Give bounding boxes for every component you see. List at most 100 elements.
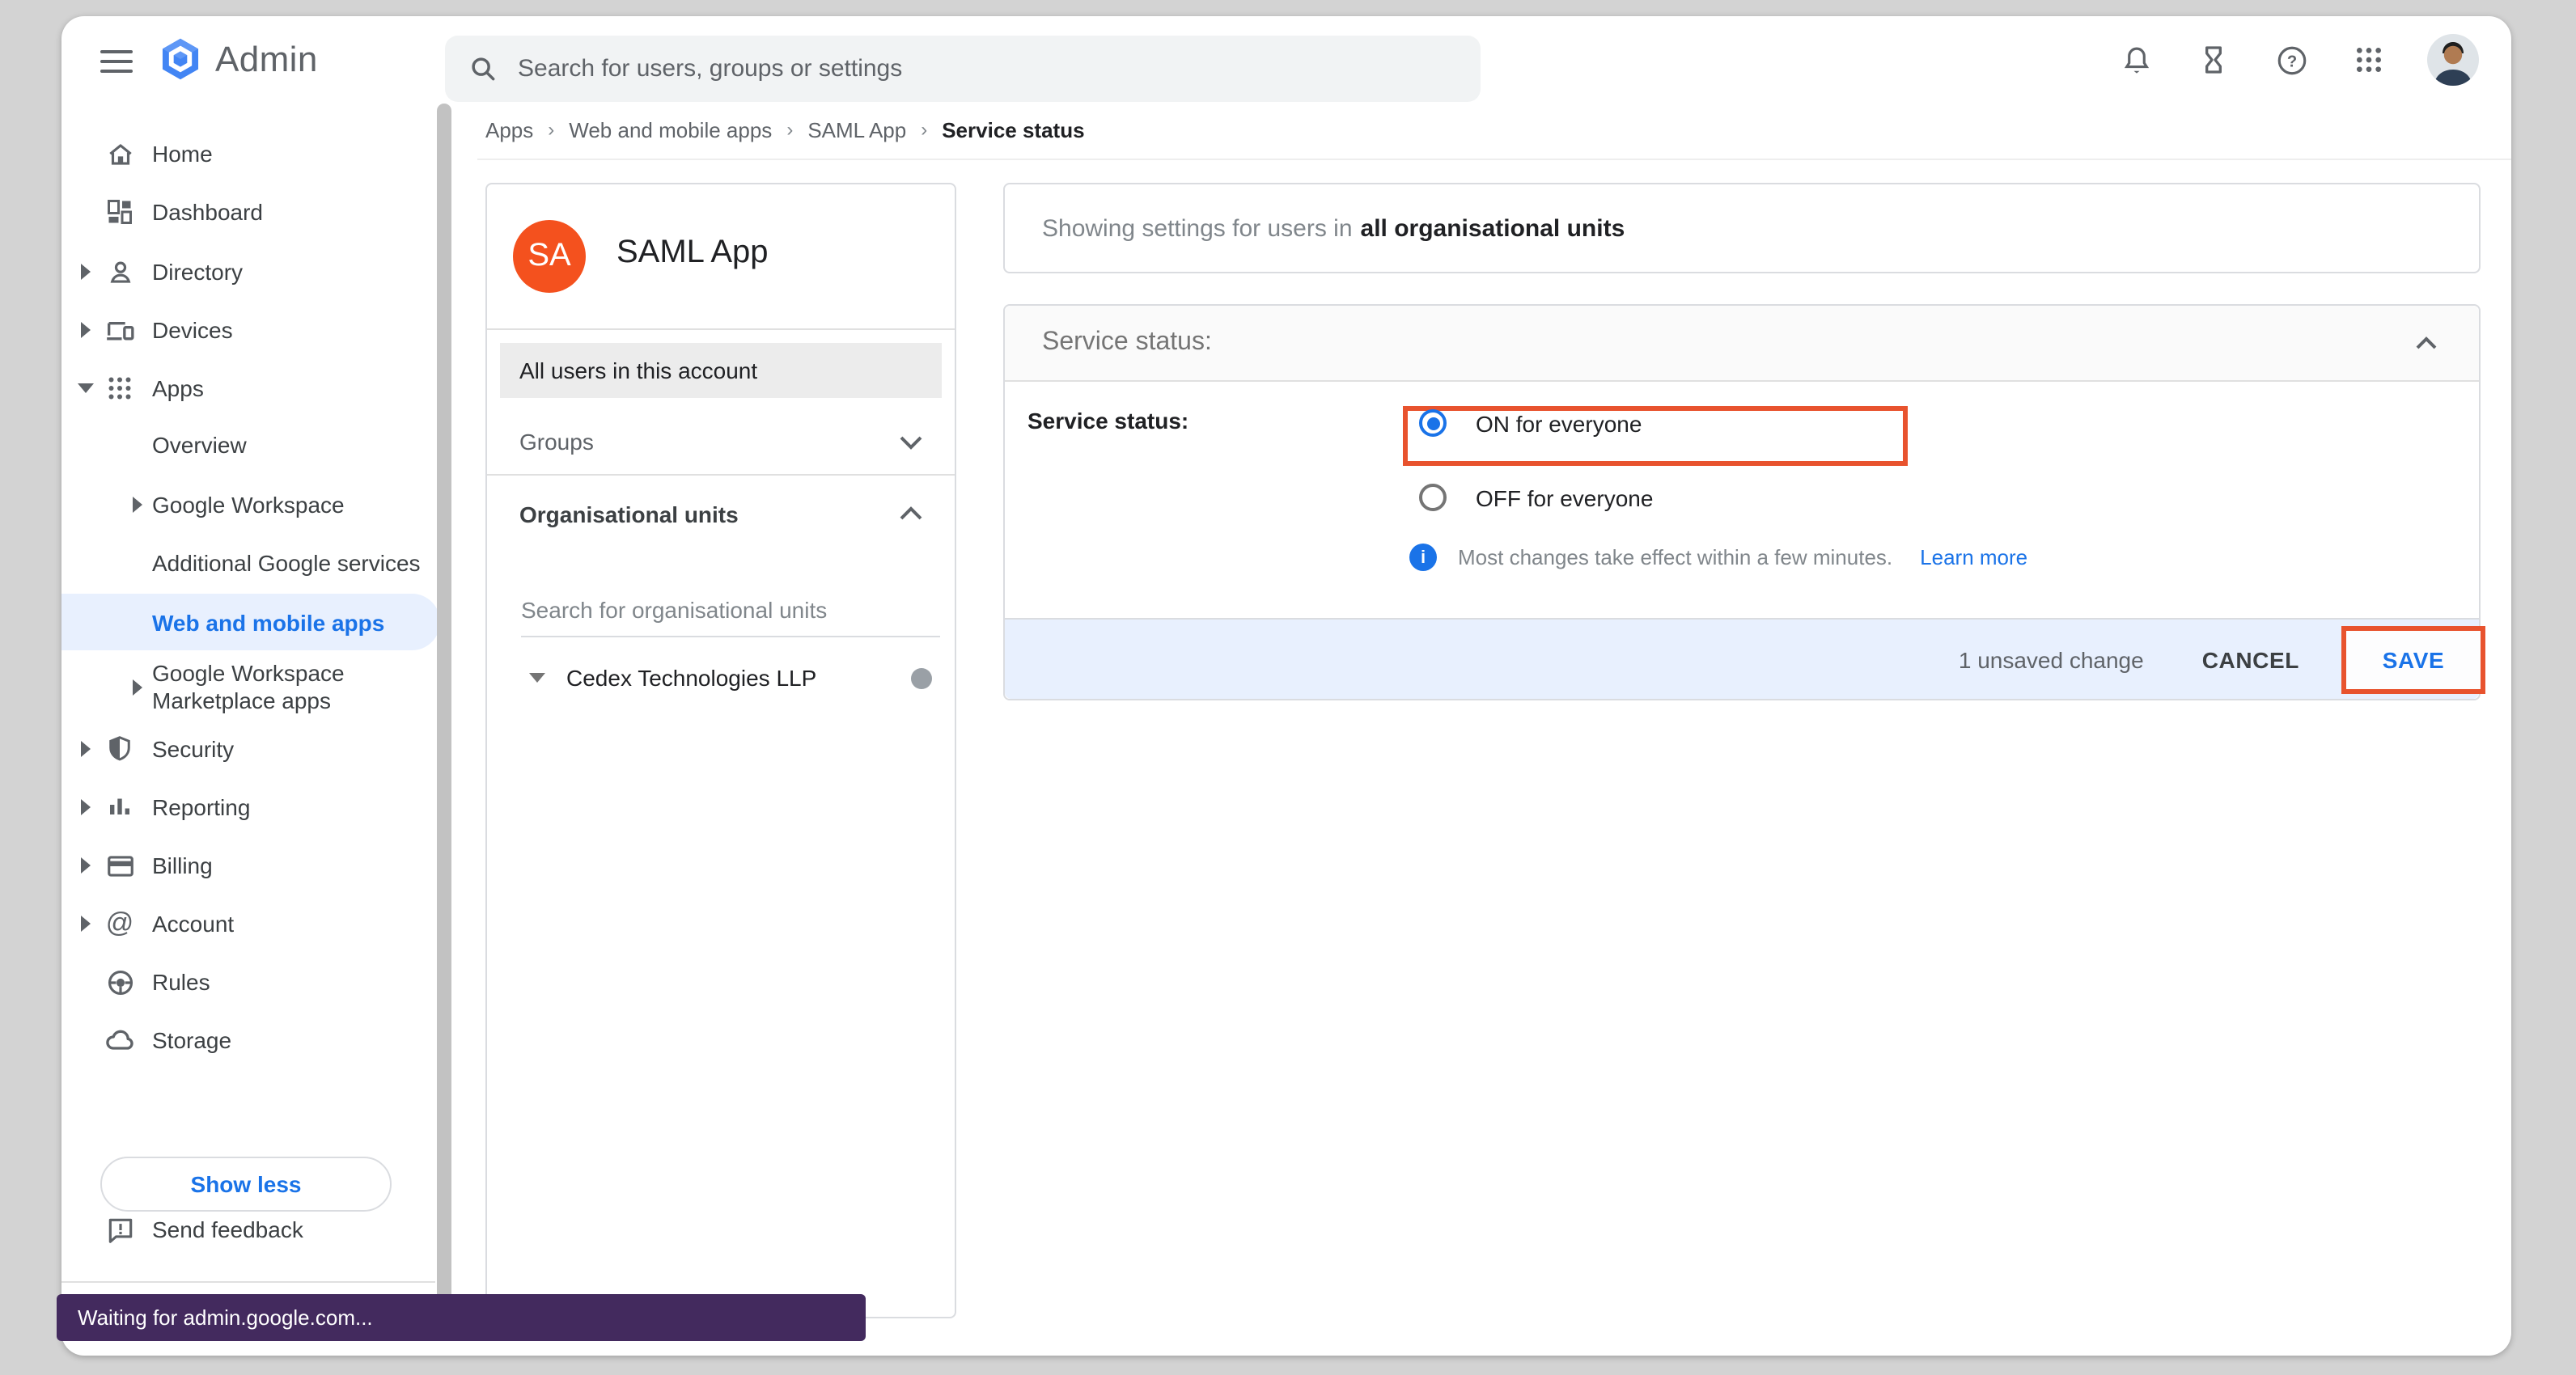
collapse-down-icon[interactable]	[78, 383, 94, 393]
person-icon	[104, 256, 136, 288]
search-icon	[468, 53, 498, 84]
scope-note-card: Showing settings for users in all organi…	[1003, 183, 2481, 273]
breadcrumb-web-mobile-apps[interactable]: Web and mobile apps	[569, 117, 772, 142]
sidebar-item-home[interactable]: Home	[61, 125, 440, 183]
sidebar-subitem-label: Overview	[152, 432, 247, 458]
credit-card-icon	[104, 849, 136, 882]
app-title: SAML App	[616, 235, 769, 272]
sidebar-item-overview[interactable]: Overview	[61, 416, 440, 474]
expand-right-icon[interactable]	[78, 322, 94, 338]
org-unit-search-input[interactable]: Search for organisational units	[521, 597, 827, 623]
sidebar-scrollbar[interactable]	[437, 104, 451, 1310]
sidebar-divider	[61, 1281, 435, 1283]
tasks-hourglass-icon[interactable]	[2194, 40, 2233, 79]
scope-note-prefix: Showing settings for users in	[1042, 214, 1353, 242]
app-scope-panel: SA SAML App All users in this account Gr…	[485, 183, 956, 1318]
chevron-down-icon	[900, 434, 922, 449]
sidebar-item-directory[interactable]: Directory	[61, 243, 440, 301]
product-name: Admin	[215, 38, 318, 80]
feedback-icon	[104, 1213, 136, 1246]
app-header: SA SAML App	[487, 184, 955, 330]
dashboard-icon	[104, 196, 136, 228]
sidebar-item-google-workspace[interactable]: Google Workspace	[61, 476, 440, 534]
breadcrumb-saml-app[interactable]: SAML App	[807, 117, 906, 142]
sidebar-item-label: Security	[152, 736, 234, 762]
service-status-field-label: Service status:	[1027, 408, 1188, 434]
expand-right-icon[interactable]	[78, 916, 94, 932]
info-text: Most changes take effect within a few mi…	[1458, 545, 1892, 569]
apps-grid-icon	[104, 372, 136, 404]
sidebar-item-account[interactable]: @ Account	[61, 895, 440, 953]
brand[interactable]: Admin	[159, 37, 318, 81]
expand-right-icon[interactable]	[78, 799, 94, 815]
sidebar-subitem-label: Google Workspace	[152, 492, 345, 518]
bar-chart-icon	[104, 791, 136, 823]
sidebar-item-rules[interactable]: Rules	[61, 953, 440, 1011]
sidebar-subitem-label: Google Workspace Marketplace apps	[152, 660, 345, 715]
sidebar-item-devices[interactable]: Devices	[61, 301, 440, 359]
radio-on-for-everyone[interactable]: ON for everyone	[1403, 395, 1653, 451]
sidebar-item-label: Account	[152, 911, 234, 937]
at-sign-icon: @	[104, 908, 136, 940]
radio-off-for-everyone[interactable]: OFF for everyone	[1403, 469, 1653, 526]
org-unit-root-item[interactable]: Cedex Technologies LLP	[487, 650, 955, 705]
all-users-scope-item[interactable]: All users in this account	[500, 343, 942, 398]
cancel-button[interactable]: CANCEL	[2186, 633, 2315, 685]
sidebar-subitem-label: Web and mobile apps	[152, 609, 384, 635]
send-feedback-label: Send feedback	[152, 1216, 303, 1242]
home-icon	[104, 138, 136, 170]
expand-right-icon[interactable]	[78, 741, 94, 757]
radio-unselected-icon[interactable]	[1419, 484, 1447, 511]
top-actions: ?	[2116, 16, 2479, 104]
svg-text:?: ?	[2286, 52, 2296, 70]
sidebar-item-web-and-mobile-apps[interactable]: Web and mobile apps	[61, 594, 440, 650]
devices-icon	[104, 314, 136, 346]
save-button-annotation-box: SAVE	[2341, 625, 2485, 693]
status-bar-text: Waiting for admin.google.com...	[78, 1305, 373, 1330]
tree-expand-icon[interactable]	[529, 673, 545, 683]
sidebar-nav: Home Dashboard	[61, 104, 440, 1356]
sidebar-item-security[interactable]: Security	[61, 720, 440, 778]
breadcrumb-apps[interactable]: Apps	[485, 117, 533, 142]
sidebar-item-label: Apps	[152, 375, 204, 401]
unsaved-count-text: 1 unsaved change	[1959, 646, 2144, 672]
content-divider	[477, 159, 2511, 160]
global-search-input[interactable]: Search for users, groups or settings	[445, 36, 1481, 102]
learn-more-link[interactable]: Learn more	[1920, 545, 2027, 569]
service-status-radio-group: ON for everyone OFF for everyone	[1403, 395, 1653, 526]
app-window: Admin Search for users, groups or settin…	[61, 16, 2511, 1356]
service-status-section-header[interactable]: Service status:	[1005, 306, 2479, 382]
org-unit-search-underline	[521, 636, 940, 637]
help-icon[interactable]: ?	[2272, 40, 2311, 79]
sidebar-item-label: Storage	[152, 1027, 231, 1053]
user-avatar[interactable]	[2427, 34, 2479, 86]
menu-icon[interactable]	[100, 44, 133, 76]
sidebar-item-label: Devices	[152, 317, 233, 343]
sidebar-item-apps[interactable]: Apps	[61, 359, 440, 417]
sidebar-item-gw-marketplace-apps[interactable]: Google Workspace Marketplace apps	[61, 654, 440, 721]
sidebar-item-dashboard[interactable]: Dashboard	[61, 183, 440, 241]
cloud-icon	[104, 1024, 136, 1056]
radio-selected-icon[interactable]	[1419, 409, 1447, 437]
send-feedback-button[interactable]: Send feedback	[61, 1200, 440, 1259]
scope-note-strong: all organisational units	[1361, 214, 1625, 242]
sidebar-item-billing[interactable]: Billing	[61, 836, 440, 895]
sidebar-item-reporting[interactable]: Reporting	[61, 778, 440, 836]
apps-grid-icon[interactable]	[2349, 40, 2388, 79]
sidebar-subitem-label: Additional Google services	[152, 550, 421, 576]
save-button[interactable]: SAVE	[2383, 646, 2445, 672]
expand-right-icon[interactable]	[78, 857, 94, 874]
groups-section-toggle[interactable]: Groups	[487, 409, 955, 476]
org-units-section-toggle[interactable]: Organisational units	[487, 477, 955, 550]
sidebar-item-label: Dashboard	[152, 199, 263, 225]
expand-right-icon[interactable]	[129, 679, 146, 696]
sidebar-item-additional-google-services[interactable]: Additional Google services	[61, 534, 440, 592]
sidebar-item-storage[interactable]: Storage	[61, 1011, 440, 1069]
notifications-bell-icon[interactable]	[2116, 40, 2155, 79]
org-unit-overflow-dot-icon[interactable]	[911, 667, 932, 688]
expand-right-icon[interactable]	[78, 264, 94, 280]
collapse-chevron-up-icon[interactable]	[2416, 336, 2437, 349]
unsaved-changes-bar: 1 unsaved change CANCEL SAVE	[1005, 618, 2479, 699]
breadcrumb-current: Service status	[942, 117, 1084, 142]
expand-right-icon[interactable]	[129, 497, 146, 513]
